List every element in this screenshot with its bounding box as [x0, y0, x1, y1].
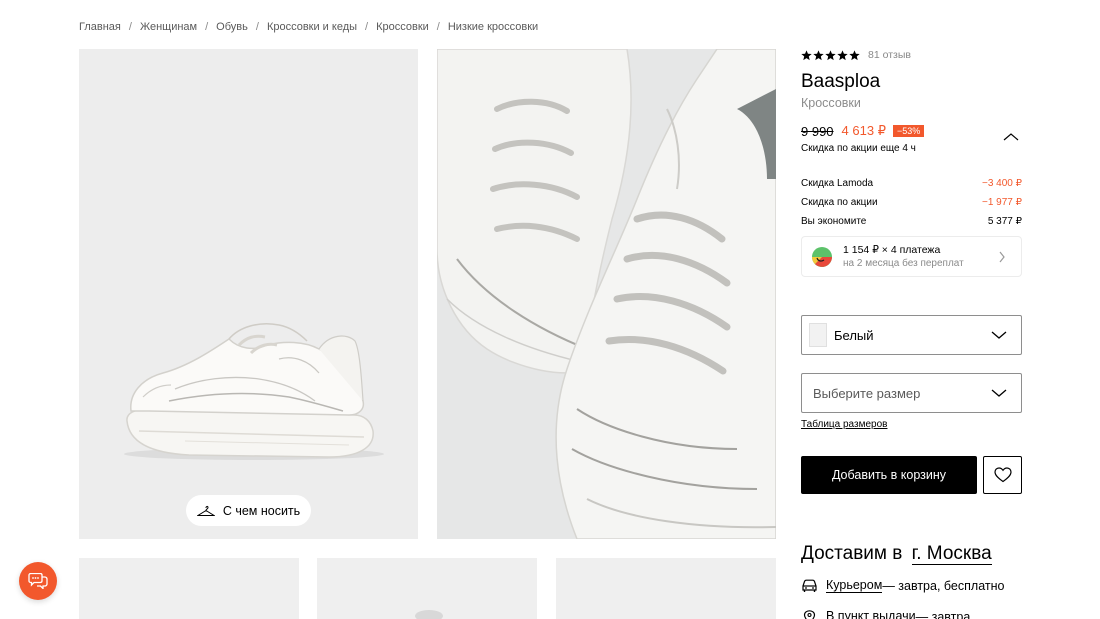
- breakdown-row: Вы экономите 5 377 ₽: [801, 212, 1022, 231]
- sneaker-closeup-image: [437, 49, 776, 539]
- breakdown-row: Скидка Lamoda −3 400 ₽: [801, 174, 1022, 193]
- breakdown-label: Скидка Lamoda: [801, 178, 874, 189]
- chevron-down-icon: [991, 389, 1007, 397]
- color-select-value: Белый: [834, 327, 874, 343]
- breakdown-row: Скидка по акции −1 977 ₽: [801, 193, 1022, 212]
- chat-icon: [28, 573, 48, 589]
- discount-badge: −53%: [892, 125, 925, 137]
- split-logo-icon: [812, 246, 832, 267]
- delivery-city-link[interactable]: г. Москва: [911, 543, 992, 565]
- courier-text: — завтра, бесплатно: [882, 578, 1005, 593]
- product-category: Кроссовки: [801, 96, 861, 110]
- product-thumbnail[interactable]: [556, 558, 776, 619]
- product-thumbnail[interactable]: [79, 558, 299, 619]
- breadcrumb-separator: /: [128, 21, 132, 33]
- split-payment-card[interactable]: 1 154 ₽ × 4 платежа на 2 месяца без пере…: [801, 236, 1022, 277]
- size-table-link[interactable]: Таблица размеров: [801, 419, 887, 430]
- delivery-option-pickup: В пункт выдачи — завтра: [801, 609, 970, 619]
- delivery-title-text: Доставим в: [801, 543, 903, 564]
- color-select[interactable]: Белый: [801, 315, 1022, 355]
- chevron-right-icon: [999, 251, 1005, 263]
- size-select-placeholder: Выберите размер: [813, 385, 921, 401]
- breadcrumb-separator: /: [365, 21, 369, 33]
- breadcrumb-home[interactable]: Главная: [79, 21, 121, 33]
- promo-timer: Скидка по акции еще 4 ч: [801, 143, 916, 154]
- star-icon: [825, 49, 836, 60]
- breadcrumb-shoes[interactable]: Обувь: [216, 21, 248, 33]
- breakdown-value: 5 377 ₽: [987, 216, 1022, 227]
- breadcrumb-women[interactable]: Женщинам: [140, 21, 197, 33]
- pickup-text: — завтра: [915, 609, 971, 619]
- old-price: 9 990: [801, 123, 834, 139]
- breadcrumb-separator: /: [436, 21, 440, 33]
- color-swatch: [809, 323, 827, 347]
- breakdown-label: Скидка по акции: [801, 197, 878, 208]
- breadcrumb-sneakers[interactable]: Кроссовки: [376, 21, 429, 33]
- heart-icon: [993, 467, 1012, 483]
- product-photo-side[interactable]: С чем носить: [79, 49, 418, 539]
- breakdown-value: −1 977 ₽: [981, 197, 1022, 208]
- what-to-wear-button[interactable]: С чем носить: [186, 495, 311, 526]
- star-icon: [801, 49, 812, 60]
- delivery-title: Доставим в г. Москва: [801, 543, 992, 565]
- current-price: 4 613 ₽: [841, 123, 886, 138]
- breadcrumb-sneakers-keds[interactable]: Кроссовки и кеды: [267, 21, 357, 33]
- breadcrumb-low-sneakers[interactable]: Низкие кроссовки: [448, 21, 538, 33]
- breadcrumb-separator: /: [205, 21, 209, 33]
- star-icon: [849, 49, 860, 60]
- delivery-option-courier: Курьером — завтра, бесплатно: [801, 578, 1004, 593]
- size-select[interactable]: Выберите размер: [801, 373, 1022, 413]
- breakdown-value: −3 400 ₽: [981, 178, 1022, 189]
- breakdown-label: Вы экономите: [801, 216, 867, 227]
- hanger-icon: [196, 505, 215, 516]
- product-photo-closeup[interactable]: [437, 49, 776, 539]
- what-to-wear-label: С чем носить: [222, 503, 301, 518]
- pickup-link[interactable]: В пункт выдачи: [826, 609, 916, 619]
- pin-icon: [803, 609, 816, 619]
- courier-link[interactable]: Курьером: [826, 578, 883, 593]
- split-main: 1 154 ₽ × 4 платежа: [843, 243, 941, 256]
- split-sub: на 2 месяца без переплат: [843, 257, 964, 269]
- product-thumbnail[interactable]: [317, 558, 537, 619]
- breadcrumb: Главная / Женщинам / Обувь / Кроссовки и…: [79, 21, 538, 33]
- rating: 81 отзыв: [801, 49, 911, 61]
- price-breakdown: Скидка Lamoda −3 400 ₽ Скидка по акции −…: [801, 174, 1022, 231]
- favorite-button[interactable]: [983, 456, 1022, 494]
- chevron-down-icon: [991, 331, 1007, 339]
- breadcrumb-separator: /: [255, 21, 259, 33]
- star-icon: [813, 49, 824, 60]
- split-text: 1 154 ₽ × 4 платежа на 2 месяца без пере…: [843, 244, 964, 270]
- sneaker-side-image: [124, 323, 384, 460]
- chevron-up-icon[interactable]: [1003, 132, 1019, 142]
- reviews-link[interactable]: 81 отзыв: [868, 49, 911, 61]
- product-brand[interactable]: Baasploa: [801, 71, 880, 93]
- add-to-cart-button[interactable]: Добавить в корзину: [801, 456, 977, 494]
- price-row: 9 990 4 613 ₽ −53%: [801, 123, 925, 139]
- star-icon: [837, 49, 848, 60]
- thumbnail-image: [415, 610, 443, 619]
- rating-stars: [801, 49, 860, 61]
- chat-button[interactable]: [19, 562, 57, 600]
- car-icon: [802, 579, 817, 592]
